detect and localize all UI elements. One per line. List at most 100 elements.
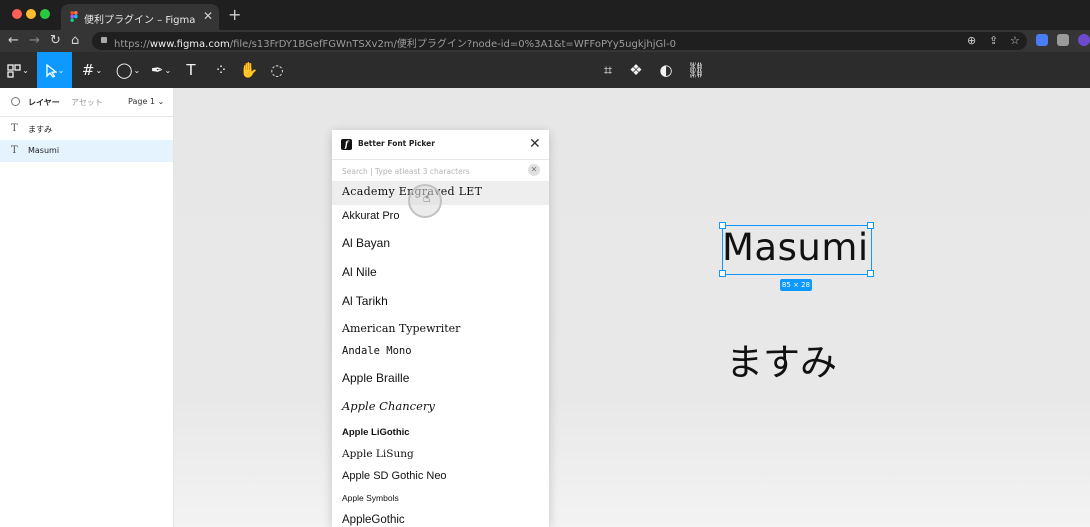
canvas-text-jp[interactable]: ますみ (726, 332, 837, 386)
font-item-american-typewriter[interactable]: American Typewriter (332, 318, 549, 340)
component-button[interactable]: ❖ (626, 52, 646, 88)
font-item-al-tarikh[interactable]: Al Tarikh (332, 289, 549, 317)
hand-icon: ✋ (239, 61, 259, 79)
clear-search-icon[interactable]: ✕ (528, 164, 540, 176)
resize-handle[interactable] (719, 222, 726, 229)
font-item-apple-symbols[interactable]: Apple Symbols (332, 490, 549, 511)
font-name: Apple Chancery (342, 399, 435, 413)
browser-tab[interactable]: 便利プラグイン – Figma ✕ (61, 4, 219, 30)
font-item-applegothic[interactable]: AppleGothic (332, 512, 549, 527)
mask-button[interactable]: ◐ (656, 52, 676, 88)
link-icon: ⛓ (686, 61, 706, 79)
better-font-picker-plugin: f Better Font Picker ✕ ✕ Academy Engrave… (332, 130, 549, 527)
plugin-title: Better Font Picker (358, 139, 435, 148)
link-button[interactable]: ⛓ (686, 52, 706, 88)
layer-name: Masumi (28, 146, 60, 155)
resources-button[interactable]: ⁘ (210, 52, 232, 88)
plugin-close-icon[interactable]: ✕ (529, 136, 541, 152)
layer-item-masumi-jp[interactable]: T ますみ (0, 118, 173, 140)
share-icon[interactable]: ⇪ (989, 34, 998, 47)
move-tool-button[interactable]: ⌄ (37, 52, 72, 88)
browser-tab-bar: 便利プラグイン – Figma ✕ + (0, 0, 1090, 30)
address-bar[interactable]: https://www.figma.com/file/s13FrDY1BGefF… (92, 32, 1027, 50)
font-name: Andale Mono (342, 345, 412, 357)
font-item-apple-lisung[interactable]: Apple LiSung (332, 445, 549, 466)
tab-assets[interactable]: アセット (71, 97, 103, 108)
new-tab-button[interactable]: + (228, 5, 241, 24)
font-item-akkurat-pro[interactable]: Akkurat Pro (332, 206, 549, 230)
back-icon[interactable]: ← (8, 33, 19, 48)
text-tool-button[interactable]: T (180, 52, 202, 88)
extension-icon[interactable] (1036, 34, 1048, 46)
layer-item-masumi[interactable]: T Masumi (0, 140, 173, 162)
font-name: Al Tarikh (342, 294, 388, 308)
forward-icon[interactable]: → (29, 33, 40, 48)
figma-favicon-icon (70, 11, 78, 22)
url-path: /file/s13FrDY1BGefFGWnTSXv2m/便利プラグイン?nod… (229, 39, 677, 50)
mask-icon: ◐ (659, 61, 673, 79)
font-name: Al Nile (342, 265, 377, 279)
resize-handle[interactable] (867, 222, 874, 229)
font-name: American Typewriter (342, 322, 461, 335)
font-name: Apple SD Gothic Neo (342, 470, 447, 482)
crop-icon: ⌗ (603, 61, 613, 79)
tab-title: 便利プラグイン – Figma (84, 15, 196, 26)
frame-tool-button[interactable]: #⌄ (78, 52, 106, 88)
component-icon: ❖ (629, 61, 643, 79)
font-search-input[interactable] (340, 163, 524, 179)
resources-icon: ⁘ (214, 61, 228, 79)
bookmark-star-icon[interactable]: ☆ (1010, 34, 1020, 47)
crop-button[interactable]: ⌗ (598, 52, 618, 88)
profile-avatar-icon[interactable] (1078, 34, 1090, 46)
font-name: Akkurat Pro (342, 210, 400, 222)
tab-search-icon[interactable] (1057, 34, 1069, 46)
reload-icon[interactable]: ↻ (50, 33, 61, 48)
url-prefix: https:// (114, 39, 150, 50)
shape-tool-button[interactable]: ◯⌄ (112, 52, 144, 88)
layers-panel-header: レイヤー アセット Page 1 ⌄ (0, 88, 173, 117)
page-selector[interactable]: Page 1 ⌄ (128, 97, 164, 106)
pointer-hand-icon: ☝ (423, 191, 431, 205)
font-item-apple-chancery[interactable]: Apple Chancery (332, 394, 549, 422)
comment-icon: ◌ (270, 61, 284, 79)
url-host: www.figma.com (149, 39, 230, 50)
cursor-arrow-icon (45, 63, 58, 78)
font-name: Apple Symbols (342, 493, 399, 503)
font-item-apple-sd-gothic-neo[interactable]: Apple SD Gothic Neo (332, 467, 549, 489)
canvas[interactable]: Masumi 85 × 28 ますみ (174, 88, 1090, 527)
lock-icon (101, 37, 107, 43)
search-icon[interactable] (11, 97, 20, 106)
text-layer-icon: T (11, 123, 18, 134)
font-name: Al Bayan (342, 236, 391, 250)
home-icon[interactable]: ⌂ (71, 33, 79, 48)
resize-handle[interactable] (867, 270, 874, 277)
pen-icon: ✒ (150, 61, 164, 79)
resize-handle[interactable] (719, 270, 726, 277)
url-text: https://www.figma.com/file/s13FrDY1BGefF… (114, 35, 676, 50)
font-name: Apple Braille (342, 371, 410, 385)
font-name: Apple LiGothic (342, 427, 410, 438)
zoom-icon[interactable]: ⊕ (967, 34, 976, 47)
minimize-window-button[interactable] (26, 9, 36, 19)
text-layer-icon: T (11, 145, 18, 156)
ellipse-icon: ◯ (115, 61, 133, 79)
font-item-andale-mono[interactable]: Andale Mono (332, 341, 549, 365)
tab-layers[interactable]: レイヤー (28, 97, 60, 108)
figma-toolbar: ⌄ ⌄ #⌄ ◯⌄ ✒⌄ T ⁘ ✋ ◌ ⌗ ❖ ◐ ⛓ (0, 52, 1090, 88)
tab-close-icon[interactable]: ✕ (203, 9, 213, 23)
main-menu-button[interactable]: ⌄ (2, 52, 34, 88)
font-search-bar: ✕ (332, 160, 549, 182)
font-item-apple-ligothic[interactable]: Apple LiGothic (332, 423, 549, 444)
font-item-apple-braille[interactable]: Apple Braille (332, 366, 549, 393)
comment-tool-button[interactable]: ◌ (266, 52, 288, 88)
layer-name: ますみ (28, 125, 52, 134)
maximize-window-button[interactable] (40, 9, 50, 19)
pen-tool-button[interactable]: ✒⌄ (146, 52, 176, 88)
hand-tool-button[interactable]: ✋ (238, 52, 260, 88)
selection-box[interactable] (722, 225, 872, 275)
font-item-al-nile[interactable]: Al Nile (332, 260, 549, 288)
frame-icon: # (81, 61, 95, 79)
font-item-al-bayan[interactable]: Al Bayan (332, 231, 549, 259)
close-window-button[interactable] (12, 9, 22, 19)
browser-toolbar: ← → ↻ ⌂ https://www.figma.com/file/s13Fr… (0, 30, 1090, 52)
